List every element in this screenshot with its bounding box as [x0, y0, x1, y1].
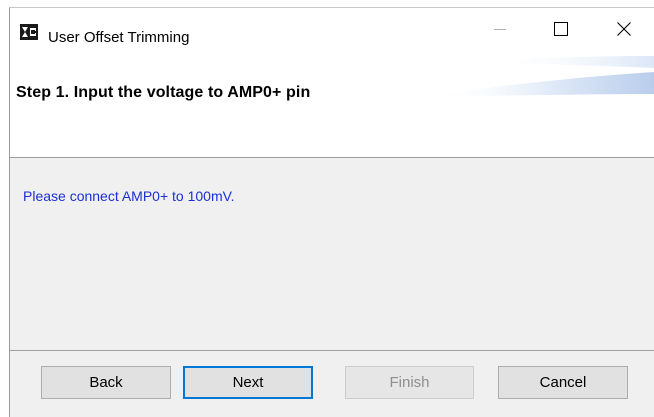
button-bar: Back Next Finish Cancel [10, 351, 654, 417]
window-title: User Offset Trimming [48, 29, 190, 46]
title-bar[interactable]: User Offset Trimming [10, 8, 654, 54]
wizard-content: Please connect AMP0+ to 100mV. [10, 158, 654, 351]
back-button[interactable]: Back [41, 366, 171, 399]
step-title: Step 1. Input the voltage to AMP0+ pin [16, 84, 311, 101]
maximize-icon [554, 21, 568, 41]
instruction-message: Please connect AMP0+ to 100mV. [23, 188, 235, 204]
close-icon [617, 21, 631, 41]
wizard-header: Step 1. Input the voltage to AMP0+ pin [10, 54, 654, 158]
minimize-icon [494, 22, 506, 40]
header-swoosh-graphic [430, 56, 654, 96]
maximize-button[interactable] [538, 8, 584, 54]
cancel-button[interactable]: Cancel [498, 366, 628, 399]
finish-button: Finish [345, 366, 474, 399]
app-logo-icon [20, 24, 38, 40]
close-button[interactable] [601, 8, 647, 54]
wizard-window: User Offset Trimming Step 1. Input the v… [9, 7, 654, 417]
next-button[interactable]: Next [183, 366, 313, 399]
minimize-button[interactable] [477, 8, 523, 54]
